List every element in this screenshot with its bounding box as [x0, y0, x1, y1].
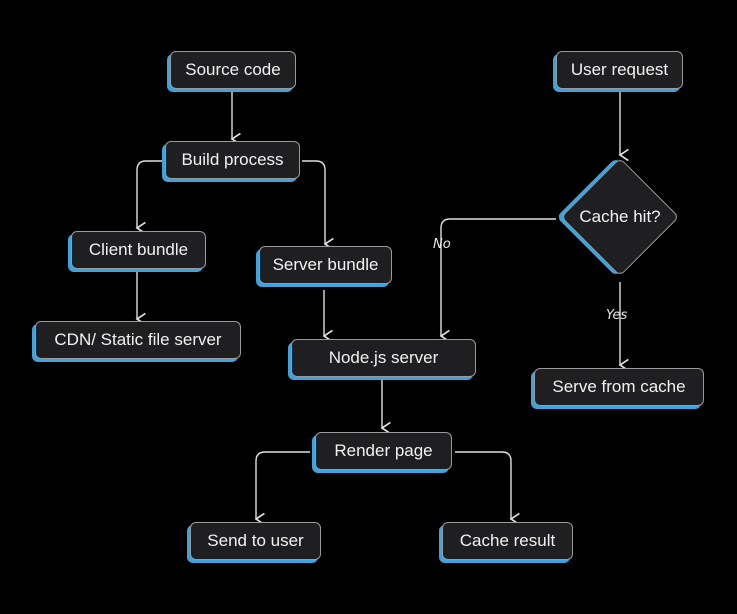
edge-cachehit-no [441, 218, 556, 336]
node-serve-from-cache: Serve from cache [534, 368, 704, 406]
decision-cache-hit: Cache hit? [560, 157, 680, 277]
node-build-process: Build process [165, 141, 300, 179]
node-server-bundle: Server bundle [259, 246, 392, 284]
decision-label: Cache hit? [579, 207, 661, 226]
node-render-page: Render page [315, 432, 452, 470]
connector-layer [0, 92, 737, 614]
edge-render-to-cache [455, 451, 511, 519]
edge-label-no: No [433, 237, 451, 252]
node-client-bundle: Client bundle [71, 231, 206, 269]
edge-build-to-server [302, 160, 325, 244]
node-user-request: User request [556, 51, 683, 89]
node-cdn: CDN/ Static file server [35, 321, 241, 359]
edge-label-yes: Yes [606, 308, 628, 323]
edge-render-to-send [256, 451, 310, 519]
node-source-code: Source code [170, 51, 296, 89]
edge-build-to-client [137, 160, 162, 228]
node-send-to-user: Send to user [190, 522, 321, 560]
node-nodejs-server: Node.js server [291, 339, 476, 377]
node-cache-result: Cache result [442, 522, 573, 560]
